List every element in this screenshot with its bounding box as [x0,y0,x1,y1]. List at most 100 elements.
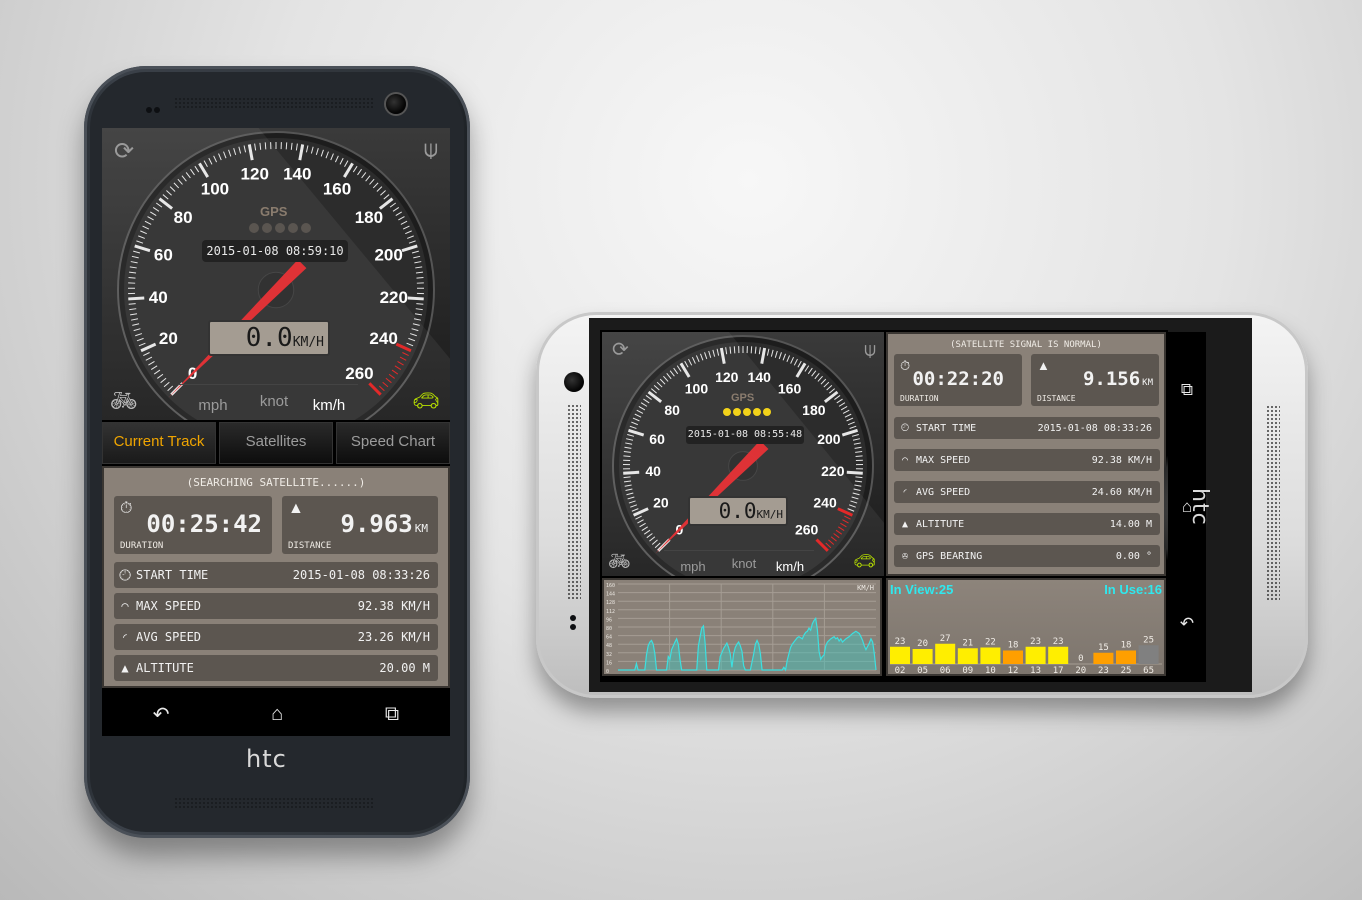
sat-snr-label: 23 [895,637,906,647]
distance-unit: KM [1142,378,1153,388]
avg-speed-icon: ◜ [901,486,909,498]
avg-speed-label: AVG SPEED [916,486,971,498]
max-speed-row: ◠ MAX SPEED 92.38 KM/H [114,593,438,619]
chart-y-tick: 128 [606,600,615,606]
avg-speed-row: ◜ AVG SPEED 23.26 KM/H [114,624,438,650]
back-icon[interactable]: ↶ [153,702,170,727]
start-time-value: 2015-01-08 08:33:26 [292,568,430,582]
gps-signal-dot [301,223,311,233]
home-icon[interactable]: ⌂ [271,703,283,726]
sat-snr-label: 18 [1008,641,1019,651]
chart-y-tick: 16 [606,660,612,666]
bicycle-icon[interactable]: 🚲︎ [110,390,138,412]
refresh-icon[interactable]: ⟳ [114,140,134,164]
road-icon: ▲ [1037,358,1050,373]
chart-y-tick: 112 [606,609,615,615]
gps-signal-dot [249,223,259,233]
speed-unit: KM/H [292,335,324,350]
unit-tab-mph[interactable]: mph [664,551,722,576]
gps-signal-dot [733,408,741,416]
sat-id-label: 09 [962,666,973,674]
satellite-snr-chart: 23 02 20 05 27 06 21 09 22 10 18 12 23 13 23 17 0 20 15 23 1… [890,634,1162,674]
sat-snr-label: 27 [940,634,951,644]
gps-label: GPS [731,392,755,404]
speedometer-gauge: 020406080100120140160180200220240260 ⟳ ⍦… [102,128,450,420]
unit-tab-knot[interactable]: knot [722,551,766,576]
unit-tab-kmh[interactable]: km/h [766,551,814,576]
tab-satellites[interactable]: Satellites [219,422,333,464]
stopwatch-icon: ⏱︎ [900,358,911,373]
mountain-icon: ▲ [901,518,909,530]
start-time-row: 🕘︎ START TIME 2015-01-08 08:33:26 [114,562,438,588]
speed-value: 0.0 [245,323,293,353]
car-icon[interactable]: 🚗︎ [853,552,876,570]
sat-bar [912,649,933,664]
portrait-screen: 020406080100120140160180200220240260 ⟳ ⍦… [102,128,450,736]
major-tick [407,296,424,301]
minor-tick [416,303,424,305]
joystick-icon[interactable]: ⍦ [864,340,876,360]
refresh-icon[interactable]: ⟳ [612,340,629,360]
recent-apps-icon[interactable]: ⧉ [385,703,399,726]
gps-signal-dots [249,223,311,233]
start-time-row: 🕘︎ START TIME 2015-01-08 08:33:26 [894,417,1160,439]
sensor-dots [570,615,576,633]
htc-logo: htc [246,745,287,773]
tab-current-track-label: Current Track [113,433,205,450]
chart-y-tick: 96 [606,617,612,623]
right-speaker-grille [1266,405,1280,601]
altitude-value: 20.00 M [379,661,430,675]
duration-box: ⏱︎ 00:25:42 DURATION [114,496,272,554]
portrait-navbar: ↶ ⌂ ⧉ [102,692,450,736]
distance-caption: DISTANCE [1037,394,1076,403]
sat-id-label: 13 [1030,666,1041,674]
tick-label: 160 [778,381,802,397]
gps-signal-dot [288,223,298,233]
gps-bearing-row: ✇ GPS BEARING 0.00 ° [894,545,1160,567]
chart-y-tick: 160 [606,583,615,589]
altitude-value: 14.00 M [1109,518,1152,530]
back-icon[interactable]: ↶ [1180,614,1194,634]
unit-tab-kmh[interactable]: km/h [300,385,358,418]
recent-apps-icon[interactable]: ⧉ [1181,380,1193,400]
start-time-label: START TIME [136,568,209,582]
gps-signal-dot [262,223,272,233]
max-speed-row: ◠ MAX SPEED 92.38 KM/H [894,449,1160,471]
sat-snr-label: 21 [962,638,973,648]
unit-tab-kmh-label: km/h [775,559,805,574]
chart-unit-label: KM/H [857,584,874,592]
sat-snr-label: 0 [1078,654,1083,664]
sat-id-label: 05 [917,666,928,674]
datetime-display: 2015-01-08 08:55:48 [686,426,804,444]
chart-y-tick: 0 [606,669,609,674]
bottom-speaker-grille [174,797,374,809]
tab-speed-chart[interactable]: Speed Chart [336,422,450,464]
compass-icon: ✇ [901,550,909,562]
sat-snr-label: 23 [1030,637,1041,647]
car-icon[interactable]: 🚗︎ [412,390,440,412]
altitude-label: ALTITUTE [916,518,965,530]
sat-bar [890,646,910,664]
avg-speed-icon: ◜ [121,630,129,644]
unit-tab-mph[interactable]: mph [178,385,248,418]
sat-bar [1048,646,1069,664]
avg-speed-row: ◜ AVG SPEED 24.60 KM/H [894,481,1160,503]
sat-snr-label: 20 [917,639,928,649]
gps-signal-dot [275,223,285,233]
joystick-icon[interactable]: ⍦ [424,138,438,162]
distance-unit: KM [414,522,428,535]
left-speaker-grille [567,404,581,600]
gps-label: GPS [260,204,288,219]
speed-unit: KM/H [756,508,784,521]
sat-snr-label: 25 [1143,635,1154,645]
minor-tick [750,346,753,354]
bicycle-icon[interactable]: 🚲︎ [608,552,631,570]
tick-label: 200 [817,431,841,447]
tab-current-track[interactable]: Current Track [102,422,216,464]
speed-value: 0.0 [718,499,757,523]
unit-tab-knot[interactable]: knot [248,385,300,418]
sat-id-label: 65 [1143,666,1154,674]
sat-id-label: 10 [985,666,996,674]
sat-id-label: 12 [1008,666,1019,674]
distance-box: ▲ 9.156 KM DISTANCE [1031,354,1159,406]
